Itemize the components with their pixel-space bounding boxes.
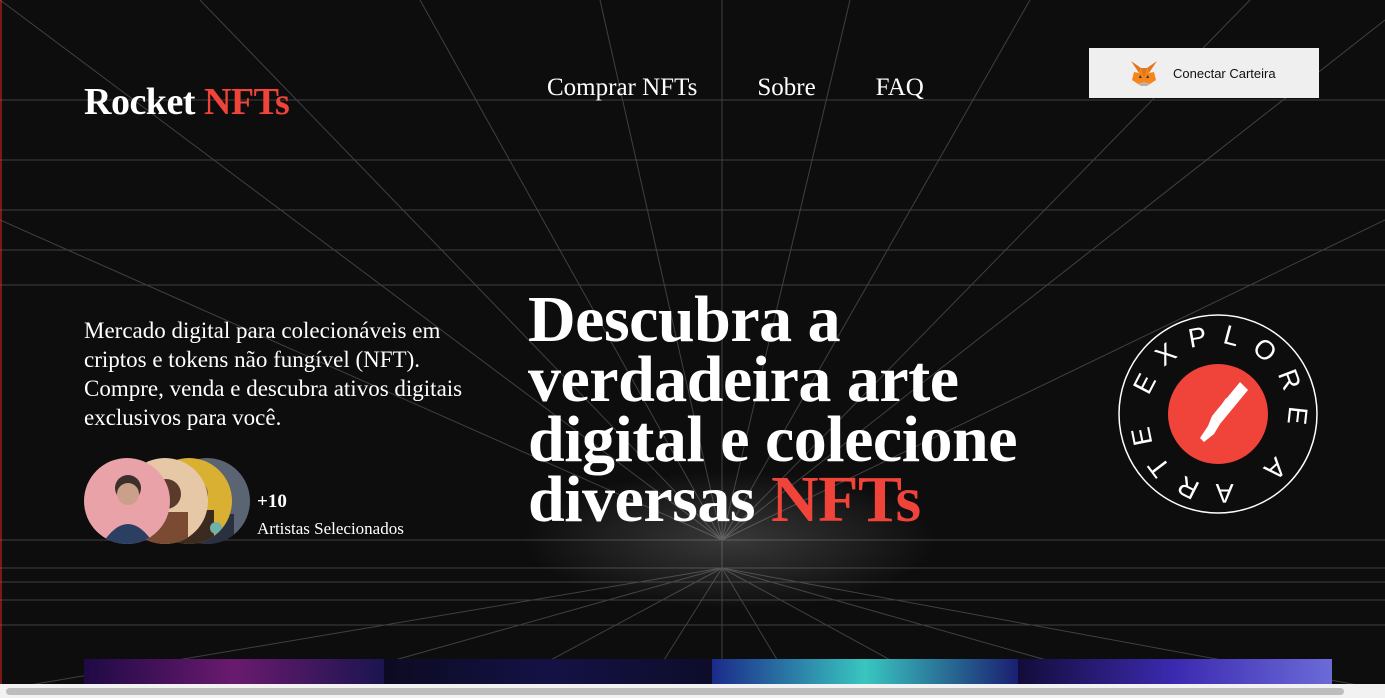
intro-text: Mercado digital para colecionáveis em cr… — [84, 318, 463, 430]
artists-label: Artistas Selecionados — [257, 519, 404, 538]
brand-logo[interactable]: Rocket NFTs — [84, 80, 290, 124]
nav-item-buy-nfts[interactable]: Comprar NFTs — [547, 74, 697, 102]
hero-headline: Descubra a verdadeira arte digital e col… — [528, 287, 1088, 533]
connect-wallet-button[interactable]: Conectar Carteira — [1089, 48, 1319, 98]
main-nav: Comprar NFTs Sobre FAQ — [547, 74, 924, 102]
scrollbar-thumb[interactable] — [6, 688, 1344, 695]
metamask-fox-icon — [1131, 61, 1157, 86]
horizontal-scrollbar[interactable] — [0, 684, 1385, 698]
headline-accent: NFTs — [771, 463, 921, 536]
avatar — [84, 458, 170, 544]
brand-accent: NFTs — [203, 81, 290, 123]
artists-count: +10 — [257, 491, 287, 512]
connect-wallet-label: Conectar Carteira — [1173, 65, 1276, 81]
explore-art-badge[interactable]: EXPLORE A ARTE — [1116, 312, 1320, 516]
artist-avatars — [84, 458, 264, 544]
brand-name: Rocket — [84, 81, 195, 123]
nav-item-about[interactable]: Sobre — [757, 74, 815, 102]
nav-item-faq[interactable]: FAQ — [876, 74, 924, 102]
